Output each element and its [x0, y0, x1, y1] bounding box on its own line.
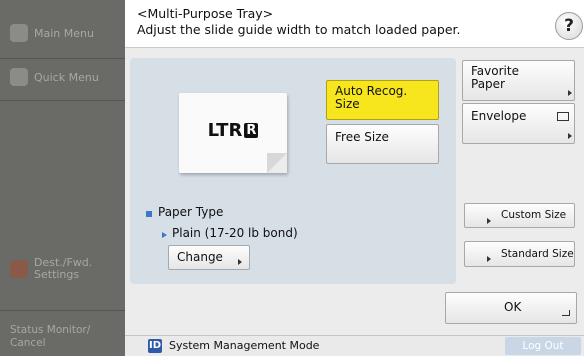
quick-menu-label: Quick Menu: [34, 70, 99, 84]
enter-icon: [562, 310, 570, 316]
auto-recog-size-label: Auto Recog. Size: [335, 85, 407, 111]
id-badge-icon: ID: [148, 339, 162, 353]
status-monitor-line1: Status Monitor/: [10, 324, 91, 336]
custom-size-button[interactable]: Custom Size: [464, 203, 575, 228]
page-instruction: Adjust the slide guide width to match lo…: [137, 22, 461, 37]
free-size-label: Free Size: [335, 130, 389, 144]
ok-label: OK: [504, 300, 522, 314]
favorite-paper-button[interactable]: Favorite Paper: [462, 60, 575, 101]
standard-size-button[interactable]: Standard Size: [464, 241, 575, 267]
main-menu-button[interactable]: Main Menu: [0, 18, 125, 48]
chevron-right-icon: [238, 259, 242, 265]
change-label: Change: [177, 250, 223, 264]
paper-size-preview: LTR R: [179, 93, 287, 173]
status-monitor-button[interactable]: Status Monitor/ Cancel: [0, 322, 125, 352]
status-monitor-label: Status Monitor/ Cancel: [10, 324, 90, 350]
paper-type-heading: Paper Type: [158, 205, 224, 219]
quick-menu-icon: [10, 68, 28, 86]
help-button[interactable]: ?: [555, 12, 583, 40]
envelope-icon: [557, 112, 569, 121]
orientation-mark: R: [244, 123, 259, 138]
page-title: <Multi-Purpose Tray>: [137, 6, 274, 21]
free-size-button[interactable]: Free Size: [326, 124, 439, 164]
paper-type-value: Plain (17-20 lb bond): [172, 226, 298, 240]
standard-size-label: Standard Size: [501, 248, 574, 260]
paper-type-value-bullet: [162, 232, 167, 238]
main-menu-label: Main Menu: [34, 26, 94, 40]
chevron-right-icon: [487, 218, 491, 224]
dest-fwd-line2: Settings: [34, 268, 80, 281]
favorite-line2: Paper: [471, 77, 505, 91]
main-menu-icon: [10, 24, 28, 42]
dest-settings-icon: [10, 260, 28, 278]
log-out-button[interactable]: Log Out: [505, 337, 581, 355]
dest-fwd-settings-button[interactable]: Dest./Fwd. Settings: [0, 252, 125, 286]
favorite-line1: Favorite: [471, 64, 519, 78]
paper-size-label: LTR R: [179, 120, 287, 141]
left-sidebar: [0, 0, 125, 356]
quick-menu-button[interactable]: Quick Menu: [0, 62, 125, 92]
auto-recog-size-button[interactable]: Auto Recog. Size: [326, 80, 439, 120]
status-monitor-line2: Cancel: [10, 337, 46, 349]
change-paper-type-button[interactable]: Change: [168, 245, 250, 270]
sidebar-divider: [0, 58, 125, 59]
paper-fold-corner: [267, 153, 287, 173]
chevron-right-icon: [568, 90, 572, 96]
dest-fwd-label: Dest./Fwd. Settings: [34, 257, 92, 281]
header-bar: <Multi-Purpose Tray> Adjust the slide gu…: [125, 0, 584, 48]
envelope-label: Envelope: [471, 109, 527, 123]
auto-recog-line2: Size: [335, 97, 360, 111]
auto-recog-line1: Auto Recog.: [335, 84, 408, 98]
envelope-button[interactable]: Envelope: [462, 103, 575, 144]
chevron-right-icon: [568, 133, 572, 139]
paper-size-text: LTR: [207, 120, 243, 141]
system-mode-label: System Management Mode: [169, 339, 320, 352]
ok-button[interactable]: OK: [445, 292, 577, 324]
paper-type-bullet: [146, 211, 152, 217]
favorite-paper-label: Favorite Paper: [471, 65, 519, 91]
sidebar-divider: [0, 100, 125, 101]
sidebar-divider: [0, 310, 125, 311]
custom-size-label: Custom Size: [501, 209, 567, 221]
chevron-right-icon: [487, 256, 491, 262]
